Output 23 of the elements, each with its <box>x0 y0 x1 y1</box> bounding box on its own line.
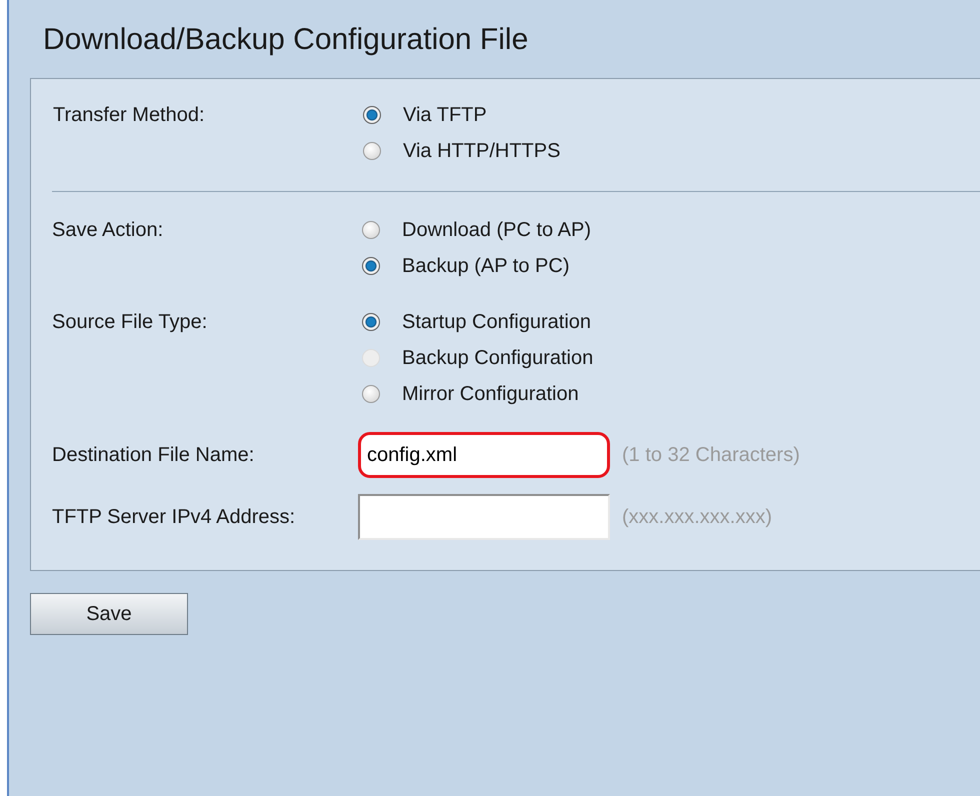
option-label[interactable]: Startup Configuration <box>402 304 592 340</box>
field-label: Destination File Name: <box>52 443 256 468</box>
radio-button[interactable] <box>362 385 380 403</box>
radio-button[interactable] <box>363 142 381 160</box>
option-label[interactable]: Via HTTP/HTTPS <box>403 133 560 169</box>
field-label: TFTP Server IPv4 Address: <box>52 505 296 530</box>
input-field[interactable]: config.xml <box>358 432 610 478</box>
radio-button[interactable] <box>362 221 380 239</box>
radio-button[interactable] <box>362 257 380 275</box>
field-hint: (1 to 32 Characters) <box>622 444 800 466</box>
radio-button[interactable] <box>362 313 380 331</box>
field-hint: (xxx.xxx.xxx.xxx) <box>622 506 772 528</box>
radio-button[interactable] <box>363 106 381 124</box>
option-label[interactable]: Via TFTP <box>403 97 487 133</box>
option-label[interactable]: Backup (AP to PC) <box>402 248 570 284</box>
input-field[interactable] <box>358 494 610 540</box>
option-label[interactable]: Download (PC to AP) <box>402 212 591 248</box>
page-title: Download/Backup Configuration File <box>43 22 530 58</box>
save-button[interactable]: Save <box>30 593 188 635</box>
field-label: Save Action: <box>52 218 164 243</box>
option-label[interactable]: Mirror Configuration <box>402 376 579 412</box>
field-label: Source File Type: <box>52 310 208 335</box>
field-label: Transfer Method: <box>53 103 206 128</box>
